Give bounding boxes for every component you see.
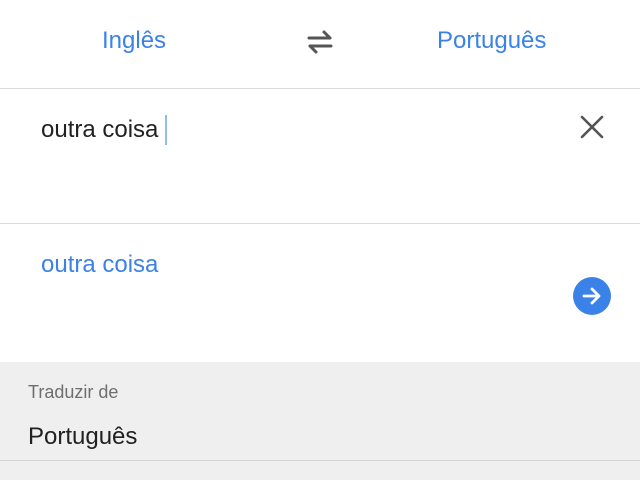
arrow-right-icon xyxy=(582,287,601,305)
translation-result-text[interactable]: outra coisa xyxy=(41,248,158,282)
translate-from-header: Traduzir de xyxy=(28,382,119,402)
target-language-button[interactable]: Português xyxy=(437,24,546,58)
translation-result-area: outra coisa xyxy=(0,224,640,362)
translate-from-section: Traduzir de Português xyxy=(0,362,640,480)
swap-arrows-icon xyxy=(307,30,333,54)
translate-screen: Inglês Português outra coisa outra coisa xyxy=(0,0,640,480)
source-text-input[interactable]: outra coisa xyxy=(41,113,168,147)
source-language-button[interactable]: Inglês xyxy=(102,24,166,58)
translate-from-option[interactable]: Português xyxy=(0,414,640,461)
swap-languages-button[interactable] xyxy=(300,22,340,62)
language-bar: Inglês Português xyxy=(0,0,640,89)
close-icon xyxy=(580,115,604,139)
translate-from-option-label: Português xyxy=(28,423,138,450)
open-translation-button[interactable] xyxy=(573,277,611,315)
text-caret xyxy=(165,115,168,145)
source-text-area[interactable]: outra coisa xyxy=(0,89,640,224)
source-text-value: outra coisa xyxy=(41,116,159,143)
clear-input-button[interactable] xyxy=(574,109,610,145)
